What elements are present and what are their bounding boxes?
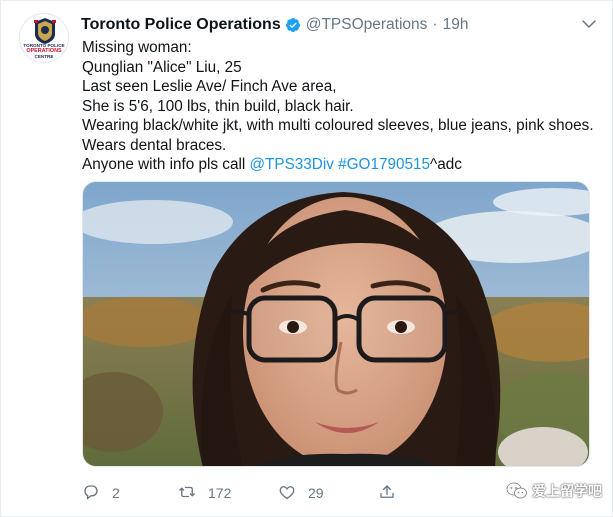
tweet-line: Last seen Leslie Ave/ Finch Ave area, <box>82 78 337 95</box>
tweet-line: Qunglian "Alice" Liu, 25 <box>82 58 242 76</box>
watermark-text: 爱上留学吧 <box>532 483 602 499</box>
tweet-line: Wearing black/white jkt, with multi colo… <box>82 117 594 134</box>
avatar[interactable]: TORONTO POLICE OPERATIONS CENTRE <box>19 13 69 63</box>
tweet-line-suffix: ^adc <box>430 156 462 173</box>
tweet-photo[interactable] <box>82 181 590 467</box>
timestamp[interactable]: 19h <box>443 16 469 34</box>
like-button[interactable]: 29 <box>278 482 324 504</box>
verified-badge-icon <box>285 17 301 33</box>
wechat-icon <box>506 482 528 500</box>
tweet-card[interactable]: TORONTO POLICE OPERATIONS CENTRE Toronto… <box>0 0 613 517</box>
chevron-down-icon[interactable] <box>580 15 598 33</box>
watermark: 爱上留学吧 <box>506 481 602 501</box>
tweet-text: Missing woman: Qunglian "Alice" Liu, 25 … <box>82 38 602 175</box>
tweet-line: She is 5'6, 100 lbs, thin build, black h… <box>82 97 354 115</box>
reply-icon <box>82 483 100 504</box>
retweet-icon <box>178 483 196 504</box>
photo-image <box>83 182 589 466</box>
share-icon <box>378 483 396 504</box>
tweet-line: Missing woman: <box>82 39 192 56</box>
reply-count: 2 <box>112 485 120 501</box>
retweet-count: 172 <box>208 485 232 501</box>
like-count: 29 <box>308 485 324 501</box>
share-button[interactable] <box>378 482 396 504</box>
reply-button[interactable]: 2 <box>82 482 120 504</box>
tweet-line-prefix: Anyone with info pls call <box>82 156 250 173</box>
handle[interactable]: @TPSOperations <box>306 16 428 34</box>
hashtag-link[interactable]: #GO1790515 <box>338 156 430 173</box>
mention-link[interactable]: @TPS33Div <box>250 156 334 173</box>
tweet-line: Wears dental braces. <box>82 136 227 154</box>
tweet-line: Anyone with info pls call @TPS33Div #GO1… <box>82 155 602 175</box>
tweet-header: Toronto Police Operations @TPSOperations… <box>81 14 468 36</box>
separator-dot: · <box>432 16 438 33</box>
retweet-button[interactable]: 172 <box>178 482 231 504</box>
display-name[interactable]: Toronto Police Operations <box>81 16 281 34</box>
avatar-text-line3: CENTRE <box>34 54 54 59</box>
heart-icon <box>278 483 296 504</box>
